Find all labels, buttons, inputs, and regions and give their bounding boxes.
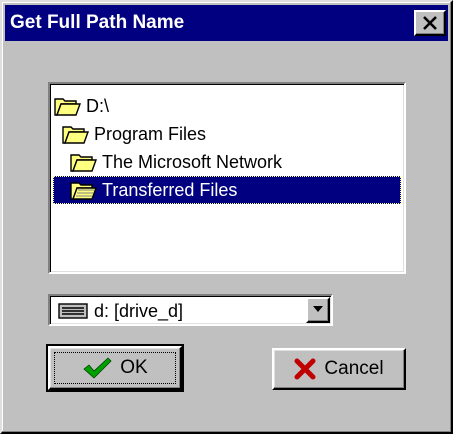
open-folder-icon (70, 182, 97, 200)
directory-item-label: D:\ (86, 95, 110, 116)
cancel-button[interactable]: Cancel (272, 348, 406, 390)
cancel-button-label: Cancel (324, 358, 384, 379)
directory-item-label: Program Files (94, 123, 207, 144)
directory-item-program-files[interactable]: Program Files (62, 120, 206, 148)
close-icon (423, 16, 437, 30)
open-folder-icon (62, 126, 89, 144)
chevron-down-icon (313, 306, 323, 312)
title-bar[interactable]: Get Full Path Name (5, 5, 448, 41)
open-folder-icon (54, 98, 81, 116)
directory-item-transferred-files[interactable]: Transferred Files (53, 176, 401, 204)
drive-dropdown-button[interactable] (306, 297, 330, 323)
ok-button[interactable]: OK (46, 344, 184, 392)
directory-item-label: The Microsoft Network (102, 151, 283, 172)
directory-item-root[interactable]: D:\ (54, 92, 109, 120)
focus-ring (54, 352, 176, 384)
x-mark-icon (294, 358, 316, 380)
window-title: Get Full Path Name (10, 12, 185, 33)
directory-item-the-microsoft-network[interactable]: The Microsoft Network (70, 148, 282, 176)
drive-select[interactable]: d: [drive_d] (48, 294, 333, 326)
drive-select-value: d: [drive_d] (94, 301, 184, 321)
open-folder-icon (70, 154, 97, 172)
close-button[interactable] (414, 10, 446, 36)
directory-listbox[interactable]: D:\ Program Files The Microsoft Network … (48, 82, 406, 274)
directory-item-label: Transferred Files (102, 179, 238, 200)
get-full-path-dialog: Get Full Path Name D:\ Program Files The… (0, 0, 453, 434)
hard-drive-icon (58, 303, 88, 319)
